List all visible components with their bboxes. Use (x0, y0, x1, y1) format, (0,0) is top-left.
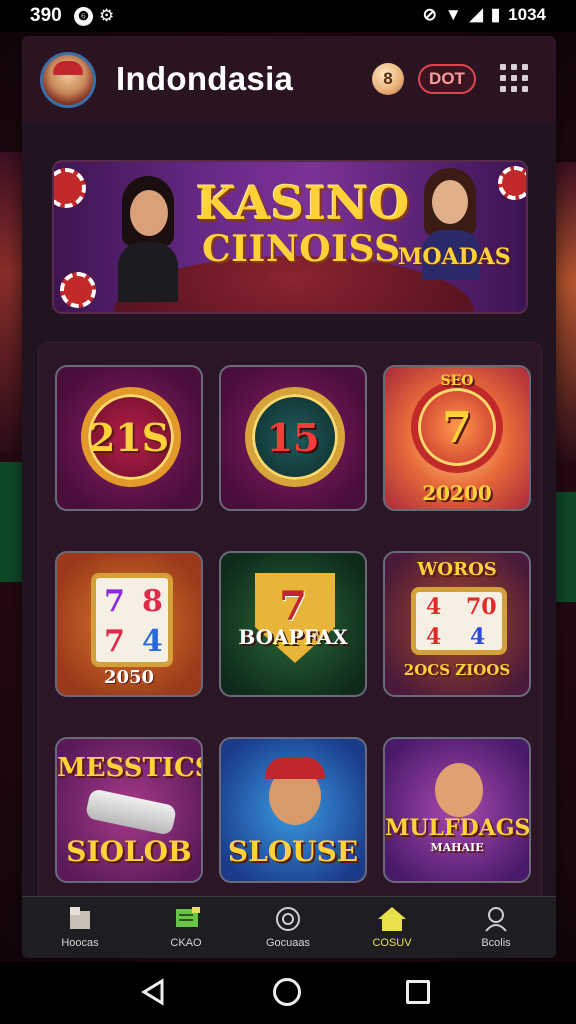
signal-icon: ◢ (469, 5, 483, 24)
game-top-label: MESSTICS (57, 753, 203, 783)
promo-banner[interactable]: KASINO CIINOISS MOADAS (52, 160, 528, 314)
battery-icon: ▮ (490, 5, 501, 24)
game-tile-roulette[interactable]: SEO 7 20200 (383, 365, 531, 511)
game-label: 7 (442, 403, 472, 452)
nav-label: COSUV (372, 937, 412, 949)
character-face-icon (435, 763, 483, 817)
avatar-cap-icon (53, 61, 83, 75)
mute-icon: ⊘ (422, 5, 437, 24)
home-cube-icon (70, 907, 90, 929)
game-tile-messtics[interactable]: MESSTICS SIOLOB (55, 737, 203, 883)
games-grid: 21S 15 SEO 7 20200 7 8 7 4 2050 7 BOAPFA… (38, 342, 542, 912)
game-tile-15[interactable]: 15 (219, 365, 367, 511)
status-left-icons: ❻ ⚙ (74, 6, 114, 26)
chip-icon (498, 166, 526, 200)
chat-icon (176, 907, 200, 927)
game-label: MULFDAGS (385, 815, 531, 841)
chip-icon (60, 272, 96, 308)
game-top-label: WOROS (417, 559, 497, 580)
dot-button[interactable]: DOT (418, 64, 476, 94)
avatar[interactable] (40, 52, 96, 108)
game-tile-mulfdags[interactable]: MULFDAGS MAHAIE (383, 737, 531, 883)
status-bar: 390 ❻ ⚙ ⊘ ▼ ◢ ▮ 1034 (0, 0, 576, 32)
home-button[interactable] (273, 978, 301, 1006)
bg-table-right (554, 492, 576, 602)
grid-menu-icon[interactable] (500, 64, 528, 92)
status-battery-label: 1034 (508, 5, 546, 24)
nav-item-gocuaas[interactable]: Gocuaas (238, 897, 338, 958)
banner-tag: MOADAS (398, 244, 511, 270)
search-icon (276, 907, 300, 931)
game-tile-slouse[interactable]: SLOUSE (219, 737, 367, 883)
nav-label: Bcolis (481, 937, 511, 949)
game-label: 21S (88, 415, 170, 460)
recents-button[interactable] (406, 980, 430, 1004)
game-tile-21s[interactable]: 21S (55, 365, 203, 511)
slot-reels: 4 70 4 4 (411, 587, 507, 655)
cannon-icon (84, 788, 178, 836)
circle-badge-icon: ❻ (74, 6, 93, 26)
back-icon[interactable] (140, 978, 168, 1006)
bottom-nav: Hoocas CKAO Gocuaas COSUV Bcolis (22, 896, 556, 958)
status-right: ⊘ ▼ ◢ ▮ 1034 (423, 5, 546, 25)
game-label: 2050 (103, 667, 155, 688)
nav-item-hoocas[interactable]: Hoocas (30, 897, 130, 958)
dealer-left-image (116, 172, 180, 302)
game-tile-slots-2050[interactable]: 7 8 7 4 2050 (55, 551, 203, 697)
banner-subtitle: CIINOISS (202, 228, 401, 270)
chip-icon (54, 168, 86, 208)
app-panel: Indondasia 8 DOT KASINO CIINOISS MOADAS … (22, 36, 556, 958)
status-time: 390 (30, 5, 62, 26)
game-top-label: SEO (440, 373, 474, 389)
game-sub-label: MAHAIE (430, 841, 484, 854)
nav-item-ckao[interactable]: CKAO (136, 897, 236, 958)
nav-item-cosuv[interactable]: COSUV (342, 897, 442, 958)
system-nav-bar (0, 962, 576, 1024)
game-symbol: 7 (279, 583, 307, 630)
wifi-icon: ▼ (444, 5, 462, 24)
game-tile-woros[interactable]: WOROS 4 70 4 4 2OCS ZIOOS (383, 551, 531, 697)
game-tile-boapfax[interactable]: 7 BOAPFAX (219, 551, 367, 697)
nav-label: Gocuaas (265, 937, 311, 949)
cap-icon (265, 757, 325, 779)
game-sub-label: 20200 (422, 481, 492, 505)
nav-item-bcolis[interactable]: Bcolis (446, 897, 546, 958)
game-label: BOAPFAX (238, 625, 348, 649)
banner-title: KASINO (196, 176, 410, 230)
nav-label: Hoocas (61, 937, 99, 949)
settings-circle-icon: ⚙ (99, 6, 115, 25)
home-icon (378, 907, 406, 931)
game-label: SLOUSE (227, 835, 359, 868)
game-label: 15 (266, 415, 320, 460)
page-title: Indondasia (116, 60, 294, 97)
app-header: Indondasia 8 DOT (22, 36, 556, 122)
bg-slot-machine-right (554, 162, 576, 462)
coin-button[interactable]: 8 (372, 63, 404, 95)
slot-reels: 7 8 7 4 (91, 573, 173, 667)
nav-label: CKAO (170, 937, 202, 949)
game-label: 2OCS ZIOOS (403, 661, 511, 679)
profile-icon (485, 907, 507, 932)
game-label: SIOLOB (66, 835, 192, 868)
